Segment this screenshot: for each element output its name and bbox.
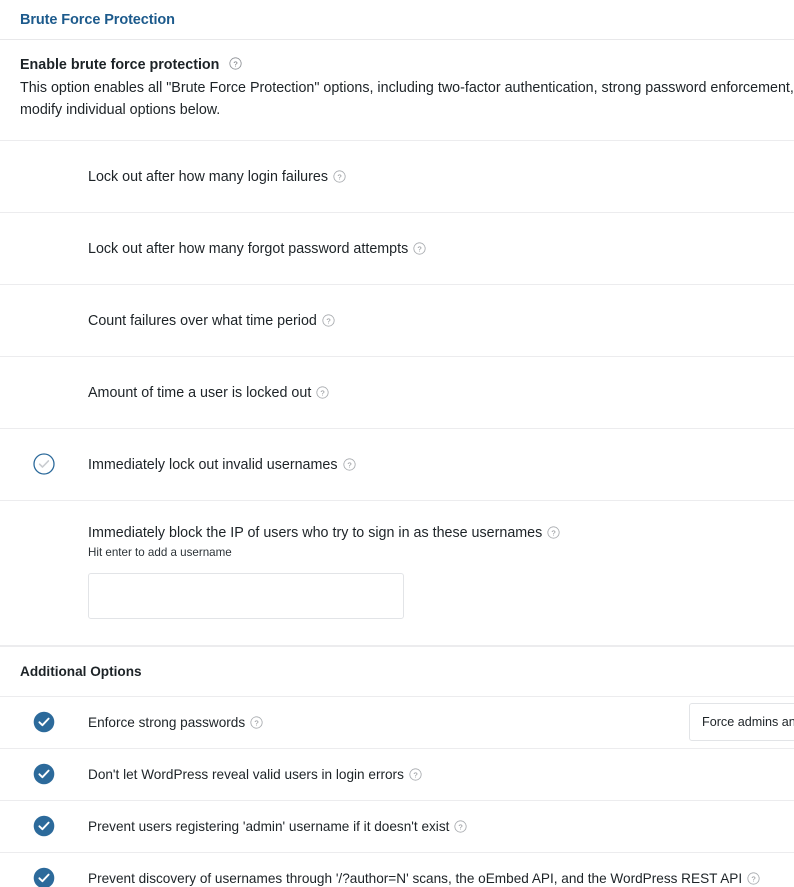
svg-text:?: ?: [552, 529, 556, 538]
enable-brute-force-protection-block: Enable brute force protection ? This opt…: [0, 40, 794, 141]
option-label: Don't let WordPress reveal valid users i…: [88, 767, 404, 783]
setting-label: Lock out after how many forgot password …: [88, 240, 409, 257]
section-title: Additional Options: [20, 663, 142, 679]
row-body: Lock out after how many login failures ?: [88, 141, 794, 213]
help-circle-icon[interactable]: ?: [409, 768, 422, 781]
check-circle-filled-icon[interactable]: [33, 711, 55, 733]
row-body: Count failures over what time period ?: [88, 285, 794, 357]
block-usernames-input[interactable]: [88, 572, 404, 619]
row-gutter: [0, 429, 88, 500]
help-circle-icon[interactable]: ?: [229, 57, 242, 70]
enable-brute-force-protection-description: This option enables all "Brute Force Pro…: [20, 77, 794, 122]
option-label: Prevent users registering 'admin' userna…: [88, 819, 450, 835]
label-wrap: Lock out after how many login failures ?: [88, 169, 346, 185]
panel-header: Brute Force Protection: [0, 0, 794, 40]
svg-text:?: ?: [459, 823, 463, 832]
row-gutter: [0, 697, 88, 748]
svg-text:?: ?: [255, 719, 259, 728]
row-gutter: [0, 749, 88, 800]
row-gutter: [0, 801, 88, 852]
row-gutter: [0, 501, 88, 645]
help-circle-icon[interactable]: ?: [747, 872, 760, 885]
page-title: Brute Force Protection: [20, 11, 175, 28]
option-label: Prevent discovery of usernames through '…: [88, 871, 743, 887]
row-body: Amount of time a user is locked out ?: [88, 357, 794, 429]
row-body: Immediately block the IP of users who tr…: [88, 501, 794, 645]
row-gutter: [0, 285, 88, 356]
strong-password-role-select[interactable]: Force admins and: [689, 703, 794, 742]
setting-label: Lock out after how many login failures: [88, 168, 328, 185]
help-circle-icon[interactable]: ?: [547, 526, 560, 539]
row-body: Immediately lock out invalid usernames ?: [88, 429, 794, 501]
help-circle-icon[interactable]: ?: [342, 458, 356, 471]
setting-label: Count failures over what time period: [88, 312, 317, 329]
help-circle-icon[interactable]: ?: [333, 170, 346, 183]
row-body: Prevent discovery of usernames through '…: [88, 853, 794, 887]
row-body: Prevent users registering 'admin' userna…: [88, 801, 794, 853]
label-wrap: Count failures over what time period ?: [88, 313, 335, 329]
row-gutter: [0, 213, 88, 284]
svg-text:?: ?: [347, 461, 351, 470]
label-wrap: Prevent discovery of usernames through '…: [88, 871, 760, 886]
enable-brute-force-protection-label: Enable brute force protection: [20, 56, 220, 73]
svg-text:?: ?: [233, 59, 237, 68]
label-wrap: Enforce strong passwords ?: [88, 715, 263, 730]
svg-text:?: ?: [418, 245, 422, 254]
setting-row-count-failures-period: Count failures over what time period ?: [0, 285, 794, 357]
select-value: Force admins and: [702, 715, 794, 730]
label-wrap: Immediately block the IP of users who tr…: [88, 525, 560, 541]
additional-options-heading: Additional Options: [0, 645, 794, 697]
option-row-enforce-strong-passwords: Enforce strong passwords ? Force admins …: [0, 697, 794, 749]
label-wrap: Don't let WordPress reveal valid users i…: [88, 767, 422, 782]
setting-label: Immediately block the IP of users who tr…: [88, 524, 543, 541]
svg-text:?: ?: [413, 771, 417, 780]
setting-row-login-failures: Lock out after how many login failures ?: [0, 141, 794, 213]
row-gutter: [0, 357, 88, 428]
setting-row-forgot-password-attempts: Lock out after how many forgot password …: [0, 213, 794, 285]
row-body: Don't let WordPress reveal valid users i…: [88, 749, 794, 801]
description-line-2: modify individual options below.: [20, 102, 221, 119]
option-row-hide-valid-user-errors: Don't let WordPress reveal valid users i…: [0, 749, 794, 801]
setting-row-lockout-duration: Amount of time a user is locked out ?: [0, 357, 794, 429]
label-wrap: Immediately lock out invalid usernames ?: [88, 457, 356, 473]
help-circle-icon[interactable]: ?: [316, 386, 329, 399]
svg-text:?: ?: [751, 875, 755, 884]
row-gutter: [0, 141, 88, 212]
description-line-1: This option enables all "Brute Force Pro…: [20, 80, 794, 96]
username-input-hint: Hit enter to add a username: [88, 545, 232, 559]
help-circle-icon[interactable]: ?: [322, 314, 335, 327]
brute-force-protection-panel: Brute Force Protection Enable brute forc…: [0, 0, 794, 887]
setting-label: Amount of time a user is locked out: [88, 384, 312, 401]
help-circle-icon[interactable]: ?: [413, 242, 426, 255]
label-wrap: Amount of time a user is locked out ?: [88, 385, 329, 401]
check-circle-filled-icon[interactable]: [33, 867, 55, 887]
label-wrap: Prevent users registering 'admin' userna…: [88, 819, 467, 834]
help-circle-icon[interactable]: ?: [454, 820, 467, 833]
svg-text:?: ?: [326, 317, 330, 326]
setting-label: Immediately lock out invalid usernames: [88, 456, 338, 473]
setting-row-lockout-invalid-usernames: Immediately lock out invalid usernames ?: [0, 429, 794, 501]
option-row-prevent-admin-username: Prevent users registering 'admin' userna…: [0, 801, 794, 853]
svg-text:?: ?: [337, 173, 341, 182]
check-circle-filled-icon[interactable]: [33, 763, 55, 785]
strong-password-role-control: Force admins and: [689, 703, 794, 742]
option-row-prevent-username-discovery: Prevent discovery of usernames through '…: [0, 853, 794, 887]
row-gutter: [0, 853, 88, 887]
check-circle-outline-icon[interactable]: [33, 453, 55, 475]
option-label: Enforce strong passwords: [88, 715, 246, 731]
label-wrap: Lock out after how many forgot password …: [88, 241, 426, 257]
help-circle-icon[interactable]: ?: [250, 716, 263, 729]
setting-row-block-usernames: Immediately block the IP of users who tr…: [0, 501, 794, 646]
svg-text:?: ?: [321, 389, 325, 398]
check-circle-filled-icon[interactable]: [33, 815, 55, 837]
row-body: Lock out after how many forgot password …: [88, 213, 794, 285]
